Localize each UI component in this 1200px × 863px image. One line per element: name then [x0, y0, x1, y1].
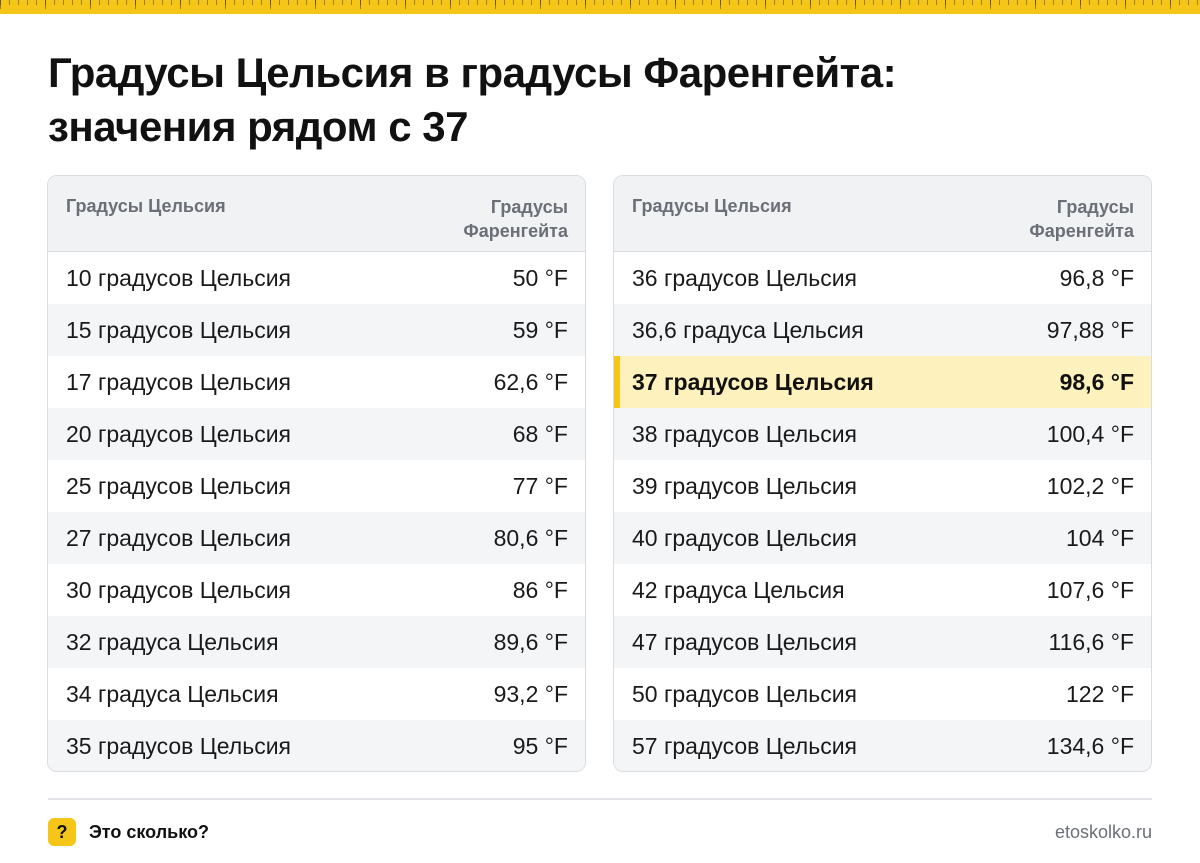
fahrenheit-cell: 59 °F	[512, 316, 568, 343]
celsius-cell: 34 градуса Цельсия	[66, 680, 279, 707]
celsius-cell: 38 градусов Цельсия	[632, 420, 858, 447]
celsius-cell: 27 градусов Цельсия	[66, 524, 292, 551]
column-header-fahrenheit: Градусы Фаренгейта	[984, 195, 1134, 251]
fahrenheit-cell: 107,6 °F	[1046, 576, 1134, 603]
celsius-cell: 17 градусов Цельсия	[66, 368, 292, 395]
celsius-cell: 30 градусов Цельсия	[66, 576, 292, 603]
table-header: Градусы Цельсия Градусы Фаренгейта	[48, 176, 585, 252]
column-header-fahrenheit: Градусы Фаренгейта	[418, 195, 568, 251]
conversion-table-left: Градусы Цельсия Градусы Фаренгейта 10 гр…	[47, 175, 586, 772]
column-header-fahrenheit-line1: Градусы	[490, 197, 568, 217]
table-row: 10 градусов Цельсия 50 °F	[48, 252, 585, 304]
celsius-cell: 20 градусов Цельсия	[66, 420, 292, 447]
page-title: Градусы Цельсия в градусы Фаренгейта: зн…	[48, 46, 1148, 154]
celsius-cell: 36,6 градуса Цельсия	[632, 316, 864, 343]
fahrenheit-cell: 62,6 °F	[493, 368, 568, 395]
fahrenheit-cell: 77 °F	[512, 472, 568, 499]
fahrenheit-cell: 89,6 °F	[493, 628, 568, 655]
column-header-celsius: Градусы Цельсия	[632, 196, 792, 216]
table-row: 36,6 градуса Цельсия 97,88 °F	[614, 304, 1151, 356]
table-row: 30 градусов Цельсия 86 °F	[48, 564, 585, 616]
table-row: 25 градусов Цельсия 77 °F	[48, 460, 585, 512]
table-row: 42 градуса Цельсия 107,6 °F	[614, 564, 1151, 616]
footer-divider	[48, 798, 1152, 800]
table-row: 57 градусов Цельсия 134,6 °F	[614, 720, 1151, 771]
fahrenheit-cell: 97,88 °F	[1046, 316, 1134, 343]
table-row: 35 градусов Цельсия 95 °F	[48, 720, 585, 771]
table-row: 38 градусов Цельсия 100,4 °F	[614, 408, 1151, 460]
celsius-cell: 50 градусов Цельсия	[632, 680, 858, 707]
table-row: 20 градусов Цельсия 68 °F	[48, 408, 585, 460]
table-row: 27 градусов Цельсия 80,6 °F	[48, 512, 585, 564]
fahrenheit-cell: 100,4 °F	[1046, 420, 1134, 447]
celsius-cell: 42 градуса Цельсия	[632, 576, 845, 603]
celsius-cell: 39 градусов Цельсия	[632, 472, 858, 499]
fahrenheit-cell: 116,6 °F	[1048, 628, 1135, 655]
fahrenheit-cell: 104 °F	[1065, 524, 1134, 551]
table-body: 36 градусов Цельсия 96,8 °F 36,6 градуса …	[614, 252, 1151, 771]
table-row: 39 градусов Цельсия 102,2 °F	[614, 460, 1151, 512]
fahrenheit-cell: 93,2 °F	[493, 680, 568, 707]
celsius-cell: 36 градусов Цельсия	[632, 264, 858, 291]
question-badge-icon: ?	[48, 818, 76, 846]
celsius-cell: 47 градусов Цельсия	[632, 628, 858, 655]
table-row: 17 градусов Цельсия 62,6 °F	[48, 356, 585, 408]
table-body: 10 градусов Цельсия 50 °F 15 градусов Цел…	[48, 252, 585, 771]
celsius-cell: 10 градусов Цельсия	[66, 264, 292, 291]
page-title-line2: значения рядом с 37	[48, 103, 469, 150]
conversion-table-right: Градусы Цельсия Градусы Фаренгейта 36 гр…	[613, 175, 1152, 772]
celsius-cell: 25 градусов Цельсия	[66, 472, 292, 499]
fahrenheit-cell: 96,8 °F	[1059, 264, 1134, 291]
column-header-fahrenheit-line1: Градусы	[1056, 197, 1134, 217]
table-row: 50 градусов Цельсия 122 °F	[614, 668, 1151, 720]
celsius-cell: 35 градусов Цельсия	[66, 732, 292, 759]
celsius-cell: 40 градусов Цельсия	[632, 524, 858, 551]
fahrenheit-cell: 102,2 °F	[1046, 472, 1134, 499]
column-header-fahrenheit-line2: Фаренгейта	[1029, 221, 1134, 241]
page-title-line1: Градусы Цельсия в градусы Фаренгейта:	[48, 49, 897, 96]
column-header-fahrenheit-line2: Фаренгейта	[463, 221, 568, 241]
footer-site-link[interactable]: etoskolko.ru	[1055, 820, 1152, 844]
fahrenheit-cell: 134,6 °F	[1046, 732, 1134, 759]
celsius-cell: 15 градусов Цельсия	[66, 316, 292, 343]
column-header-celsius: Градусы Цельсия	[66, 196, 226, 216]
celsius-cell: 32 градуса Цельсия	[66, 628, 279, 655]
fahrenheit-cell: 50 °F	[512, 264, 568, 291]
celsius-cell: 57 градусов Цельсия	[632, 732, 858, 759]
celsius-cell: 37 градусов Цельсия	[632, 368, 874, 395]
table-row: 32 градуса Цельсия 89,6 °F	[48, 616, 585, 668]
table-header: Градусы Цельсия Градусы Фаренгейта	[614, 176, 1151, 252]
highlighted-row: 37 градусов Цельсия 98,6 °F	[614, 356, 1151, 408]
table-row: 40 градусов Цельсия 104 °F	[614, 512, 1151, 564]
fahrenheit-cell: 80,6 °F	[493, 524, 568, 551]
fahrenheit-cell: 86 °F	[512, 576, 568, 603]
table-row: 47 градусов Цельсия 116,6 °F	[614, 616, 1151, 668]
table-row: 36 градусов Цельсия 96,8 °F	[614, 252, 1151, 304]
fahrenheit-cell: 98,6 °F	[1059, 368, 1134, 395]
fahrenheit-cell: 122 °F	[1065, 680, 1134, 707]
footer-brand-label: Это сколько?	[89, 822, 209, 842]
fahrenheit-cell: 95 °F	[512, 732, 568, 759]
fahrenheit-cell: 68 °F	[512, 420, 568, 447]
ruler-major-ticks	[0, 0, 1200, 9]
table-row: 15 градусов Цельсия 59 °F	[48, 304, 585, 356]
table-row: 34 градуса Цельсия 93,2 °F	[48, 668, 585, 720]
